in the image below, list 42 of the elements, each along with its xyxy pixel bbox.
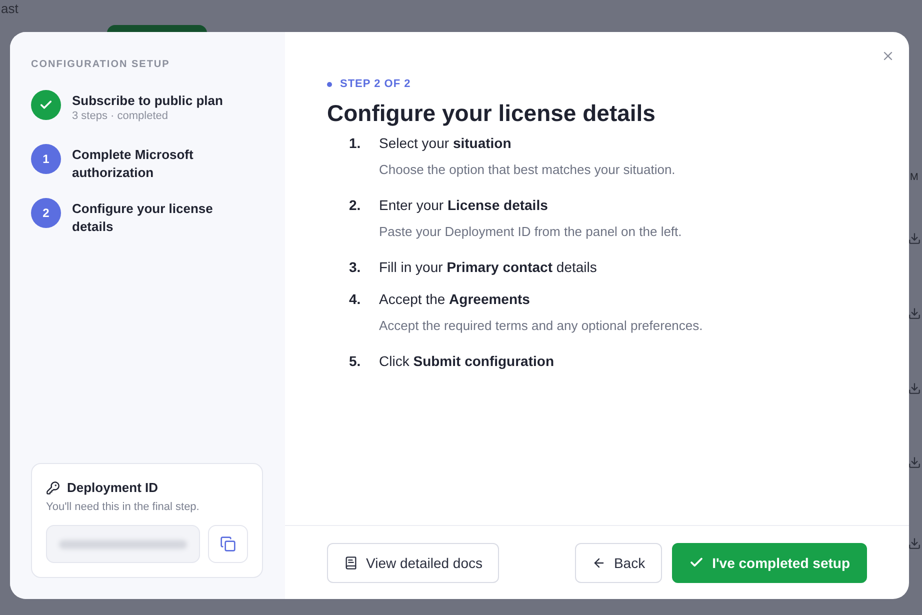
instruction-detail: Accept the required terms and any optional preferences.: [379, 318, 704, 333]
step-number: 1.: [349, 135, 362, 151]
dialog-title: Configure your license details: [327, 100, 656, 127]
docs-button[interactable]: View detailed docs: [327, 542, 500, 582]
dot-icon: [327, 82, 332, 86]
step-title: Subscribe to public plan: [72, 92, 224, 110]
download-icon: [908, 307, 921, 320]
card-hint: You'll need this in the final step.: [46, 501, 200, 513]
copy-button[interactable]: [208, 525, 248, 563]
back-button[interactable]: Back: [574, 542, 662, 582]
card-title: Deployment ID: [67, 480, 158, 495]
step-number: 3.: [349, 259, 362, 275]
instruction-detail: Choose the option that best matches your situation.: [379, 162, 676, 177]
copy-icon: [220, 536, 236, 552]
step-subtitle: 3 steps · completed: [72, 110, 169, 122]
step-title: Complete Microsoft authorization: [72, 146, 194, 182]
sidebar-heading: CONFIGURATION SETUP: [31, 59, 171, 70]
step-title: Configure your license details: [72, 200, 214, 236]
instruction-detail: Paste your Deployment ID from the panel on the left.: [379, 224, 683, 239]
download-icon: [908, 456, 921, 469]
close-icon: [881, 49, 895, 63]
column-header: M: [910, 172, 918, 183]
download-icon: [908, 382, 921, 395]
key-icon: [46, 480, 60, 494]
step-indicator: STEP 2 OF 2: [340, 78, 411, 90]
check-icon: [31, 90, 61, 120]
instruction-text: Select your situation: [379, 135, 512, 151]
step-number: 1: [31, 144, 61, 174]
download-icon: [908, 232, 921, 245]
step-number: 2: [31, 198, 61, 228]
instruction-text: Fill in your Primary contact details: [379, 259, 597, 275]
book-icon: [344, 556, 358, 570]
close-button[interactable]: [881, 49, 895, 63]
page-text: ast: [1, 1, 18, 16]
step-number: 5.: [349, 353, 362, 369]
deployment-id-field[interactable]: [46, 525, 200, 563]
instruction-text: Accept the Agreements: [379, 291, 530, 307]
step-number: 4.: [349, 291, 362, 307]
instruction-text: Enter your License details: [379, 197, 548, 213]
download-icon: [908, 537, 921, 550]
step-number: 2.: [349, 197, 362, 213]
instruction-text: Click Submit configuration: [379, 353, 554, 369]
